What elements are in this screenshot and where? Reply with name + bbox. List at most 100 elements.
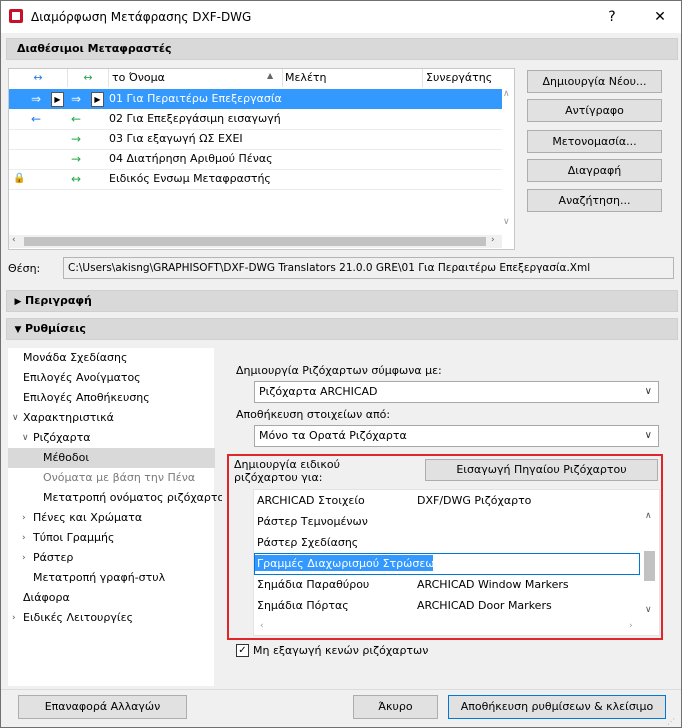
chevron-down-icon[interactable]: ∨ [22, 428, 29, 448]
tree-item-miscellaneous[interactable]: Διάφορα [8, 588, 215, 608]
scroll-up-icon[interactable]: ∧ [645, 511, 652, 521]
chevron-down-icon[interactable]: ∨ [12, 408, 19, 428]
import-source-layer-button[interactable]: Εισαγωγή Πηγαίου Ριζόχαρτου [425, 459, 658, 481]
delete-button[interactable]: Διαγραφή [527, 159, 662, 182]
scroll-left-icon[interactable]: ‹ [260, 621, 264, 631]
list-item[interactable]: Σημάδια Παραθύρου ARCHICAD Window Marker… [254, 574, 639, 595]
scroll-up-icon[interactable]: ∧ [503, 89, 510, 99]
create-layers-value: Ριζόχαρτα ARCHICAD [259, 385, 378, 398]
save-elements-dropdown[interactable]: Μόνο τα Ορατά Ριζόχαρτα ∨ [254, 425, 659, 447]
dialog-window: Διαμόρφωση Μετάφρασης DXF-DWG ? ✕ Διαθέσ… [0, 0, 682, 728]
export-arrow-icon: → [71, 132, 82, 146]
save-and-close-button[interactable]: Αποθήκευση ρυθμίσεων & κλείσιμο [448, 695, 666, 719]
special-layers-label-line1: Δημιουργία ειδικού [234, 458, 340, 471]
tree-item-special-functions[interactable]: › Ειδικές Λειτουργίες [8, 608, 215, 628]
tree-item-label: Μέθοδοι [43, 451, 90, 464]
list-item-element: Σημάδια Παραθύρου [257, 578, 370, 591]
header-teamwork[interactable]: Συνεργάτης [423, 69, 505, 87]
tree-item-open-options[interactable]: Επιλογές Ανοίγματος [8, 368, 215, 388]
tree-item-fills[interactable]: › Ράστερ [8, 548, 215, 568]
copy-button[interactable]: Αντίγραφο [527, 99, 662, 122]
table-row[interactable]: ⇒ ▶ ⇒ ▶ 01 Για Περαιτέρω Επεξεργασία [9, 89, 502, 109]
tree-item-methods[interactable]: Μέθοδοι [8, 448, 215, 468]
resize-grip-icon[interactable]: ⋰ [667, 717, 675, 726]
cancel-button[interactable]: Άκυρο [353, 695, 438, 719]
location-path: C:\Users\akisng\GRAPHISOFT\DXF-DWG Trans… [63, 257, 674, 279]
new-button[interactable]: Δημιουργία Νέου... [527, 70, 662, 93]
chevron-right-icon[interactable]: › [22, 548, 26, 568]
header-open-icon[interactable]: ↔ [9, 69, 68, 87]
table-row[interactable]: ← ← 02 Για Επεξεργάσιμη εισαγωγή [9, 109, 502, 130]
scroll-right-icon[interactable]: › [629, 621, 633, 631]
translators-section-header: Διαθέσιμοι Μεταφραστές [6, 38, 678, 60]
scroll-left-icon[interactable]: ‹ [12, 235, 16, 245]
scroll-thumb[interactable] [644, 551, 655, 581]
table-row[interactable]: 🔒 ↔ Ειδικός Ενσωμ Μεταφραστής [9, 169, 502, 190]
tree-item-label: Ειδικές Λειτουργίες [23, 611, 134, 624]
settings-section-header[interactable]: ▼ Ρυθμίσεις [6, 318, 678, 340]
tree-item-line-types[interactable]: › Τύποι Γραμμής [8, 528, 215, 548]
tree-item-label: Ονόματα με βάση την Πένα [43, 471, 196, 484]
help-button[interactable]: ? [597, 5, 627, 29]
window-title: Διαμόρφωση Μετάφρασης DXF-DWG [31, 10, 252, 24]
list-item-element: Σημάδια Πόρτας [257, 599, 349, 612]
search-button[interactable]: Αναζήτηση... [527, 189, 662, 212]
skip-empty-layers-label: Μη εξαγωγή κενών ριζόχαρτων [253, 644, 429, 657]
translators-table: ↔ ↔ το Όνομα ▲ Μελέτη Συνεργάτης ⇒ ▶ ⇒ ▶… [8, 68, 515, 250]
list-vertical-scrollbar[interactable]: ∧ ∨ [642, 511, 657, 621]
table-row[interactable]: → 03 Για εξαγωγή ΩΣ ΕΧΕΙ [9, 129, 502, 150]
save-elements-label: Αποθήκευση στοιχείων από: [236, 408, 391, 421]
list-item[interactable]: Ράστερ Τεμνομένων [254, 511, 639, 532]
open-arrow-icon: ⇒ [31, 92, 42, 106]
list-item-editing[interactable]: Γραμμές Διαχωρισμού Στρώσεων [254, 553, 640, 575]
tree-item-label: Ριζόχαρτα [33, 431, 91, 444]
create-layers-label: Δημιουργία Ριζόχαρτων σύμφωνα με: [236, 364, 442, 377]
chevron-right-icon[interactable]: › [22, 528, 26, 548]
list-item-element: Ράστερ Σχεδίασης [257, 536, 359, 549]
list-item[interactable]: Ράστερ Σχεδίασης [254, 532, 639, 553]
app-icon [9, 9, 23, 23]
description-section-header[interactable]: ▶ Περιγραφή [6, 290, 678, 312]
layer-column-header: DXF/DWG Ριζόχαρτο [417, 494, 532, 507]
list-horizontal-scrollbar[interactable]: ‹ › [254, 621, 642, 634]
settings-tree: Μονάδα Σχεδίασης Επιλογές Ανοίγματος Επι… [8, 348, 224, 686]
tree-item-layers[interactable]: ∨ Ριζόχαρτα [8, 428, 215, 448]
location-label: Θέση: [8, 262, 41, 275]
tree-item-font-style-conversion[interactable]: Μετατροπή γραφή-στυλ [8, 568, 215, 588]
rename-button[interactable]: Μετονομασία... [527, 130, 662, 153]
chevron-right-icon[interactable]: › [22, 508, 26, 528]
play-icon[interactable]: ▶ [51, 92, 64, 107]
skip-empty-layers-checkbox[interactable]: ✓ [236, 644, 249, 657]
create-layers-dropdown[interactable]: Ριζόχαρτα ARCHICAD ∨ [254, 381, 659, 403]
scroll-thumb[interactable] [24, 237, 486, 246]
list-item[interactable]: Σημάδια Πόρτας ARCHICAD Door Markers [254, 595, 639, 616]
scroll-down-icon[interactable]: ∨ [503, 217, 510, 227]
tree-item-label: Ράστερ [33, 551, 74, 564]
close-button[interactable]: ✕ [645, 5, 675, 29]
tree-item-pen-based-names[interactable]: Ονόματα με βάση την Πένα [8, 468, 215, 488]
tree-item-label: Μονάδα Σχεδίασης [23, 351, 128, 364]
chevron-right-icon[interactable]: › [12, 608, 16, 628]
play-icon[interactable]: ▶ [91, 92, 104, 107]
save-arrow-icon: ⇒ [71, 92, 82, 106]
horizontal-scrollbar[interactable]: ‹ › [9, 235, 502, 248]
tree-item-layer-name-conversion[interactable]: Μετατροπή ονόματος ριζόχαρτο [8, 488, 224, 508]
tree-item-label: Μετατροπή ονόματος ριζόχαρτο [43, 491, 225, 504]
reset-changes-button[interactable]: Επαναφορά Αλλαγών [18, 695, 187, 719]
header-save-icon[interactable]: ↔ [68, 69, 109, 87]
tree-item-pens-colors[interactable]: › Πένες και Χρώματα [8, 508, 215, 528]
tree-item-attributes[interactable]: ∨ Χαρακτηριστικά [8, 408, 215, 428]
list-item-element: Γραμμές Διαχωρισμού Στρώσεων [257, 557, 441, 570]
scroll-right-icon[interactable]: › [491, 235, 495, 245]
header-name[interactable]: το Όνομα [109, 69, 283, 87]
element-column-header: ARCHICAD Στοιχείο [257, 494, 365, 507]
scroll-down-icon[interactable]: ∨ [645, 605, 652, 615]
vertical-scrollbar[interactable]: ∧ ∨ [502, 69, 513, 235]
header-project[interactable]: Μελέτη [282, 69, 423, 87]
table-row[interactable]: → 04 Διατήρηση Αριθμού Πένας [9, 149, 502, 170]
tree-item-save-options[interactable]: Επιλογές Αποθήκευσης [8, 388, 215, 408]
row-name: Ειδικός Ενσωμ Μεταφραστής [109, 172, 271, 185]
tree-item-drawing-unit[interactable]: Μονάδα Σχεδίασης [8, 348, 215, 368]
save-elements-value: Μόνο τα Ορατά Ριζόχαρτα [259, 429, 407, 442]
list-header: ARCHICAD Στοιχείο DXF/DWG Ριζόχαρτο [254, 490, 639, 511]
